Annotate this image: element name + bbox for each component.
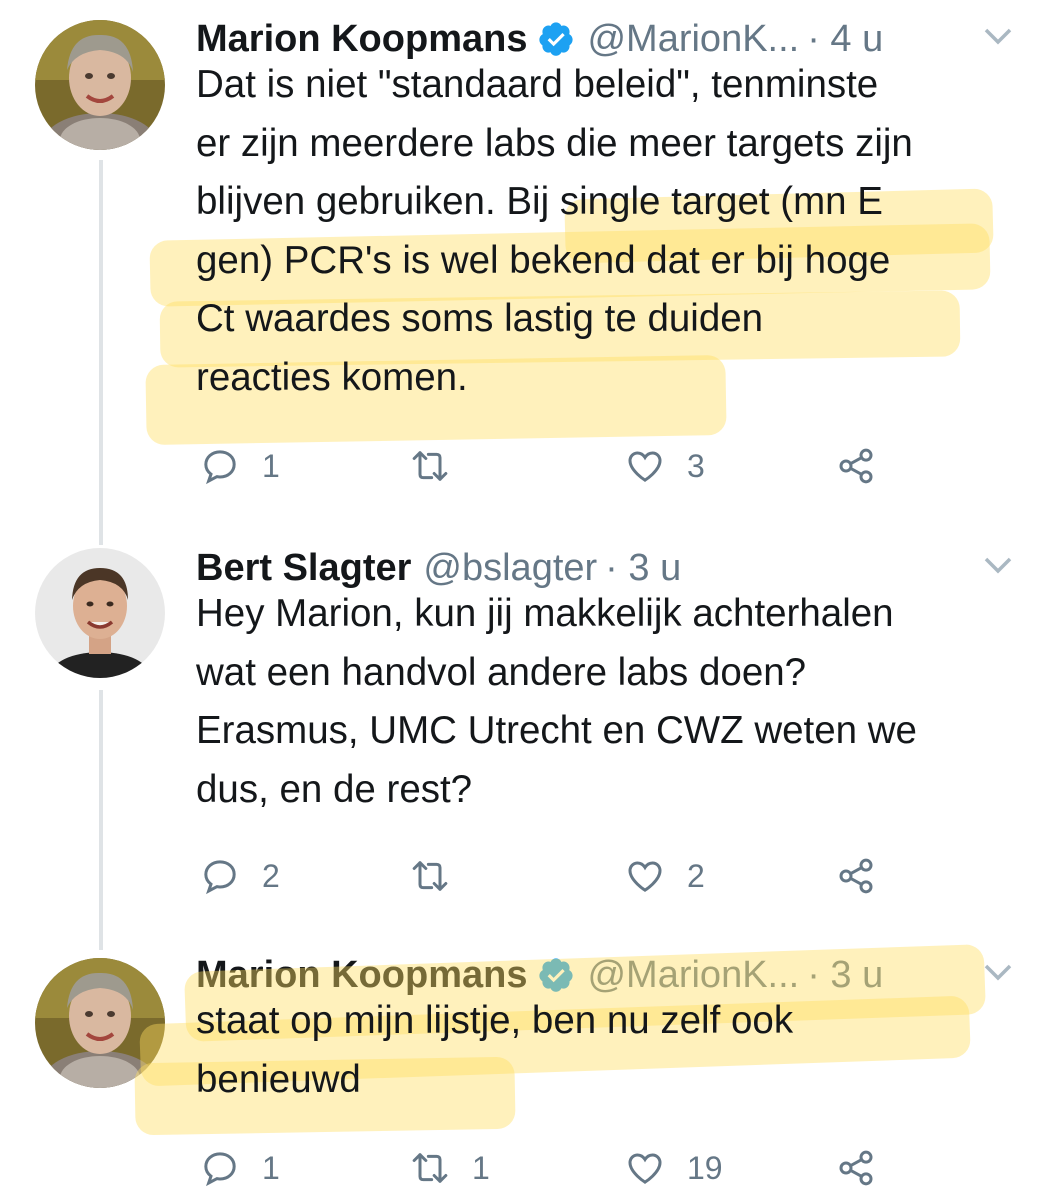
tweet-text-line: Ct waardes soms lastig te duiden [196,297,764,340]
author-name[interactable]: Bert Slagter [196,547,411,590]
like-count: 19 [687,1149,723,1186]
reply-button[interactable]: 2 [200,851,280,901]
tweet-text-line: er zijn meerdere labs die meer targets z… [196,121,913,165]
avatar[interactable] [35,20,165,150]
share-button[interactable] [836,441,876,491]
tweet-text-line: dus, en de rest? [196,767,473,811]
like-button[interactable]: 19 [625,1143,723,1193]
retweet-icon [412,451,448,481]
share-icon [839,858,873,894]
tweet-2[interactable]: Bert Slagter @bslagter · 3 u Hey Marion,… [0,543,1052,903]
retweet-button[interactable] [410,851,472,901]
avatar[interactable] [35,548,165,678]
chevron-down-icon[interactable] [980,547,1016,583]
like-button[interactable]: 2 [625,851,705,901]
tweet-text: staat op mijn lijstje, ben nu zelf ook b… [196,992,1026,1109]
share-button[interactable] [836,1143,876,1193]
tweet-1[interactable]: Marion Koopmans @MarionK... · 4 u Dat is… [0,14,1052,514]
tweet-text-line: reacties komen. [196,355,468,399]
reply-icon [204,860,236,895]
chevron-down-icon[interactable] [980,954,1016,990]
heart-icon [628,1153,662,1184]
author-name[interactable]: Marion Koopmans [196,18,527,61]
like-count: 3 [687,447,705,484]
heart-icon [628,861,662,892]
reply-button[interactable]: 1 [200,441,280,491]
tweet-text: Hey Marion, kun jij makkelijk achterhale… [196,585,1026,819]
tweet-actions: 1 1 19 [200,1143,920,1193]
tweet-text-line: wat een handvol andere labs doen? [196,650,807,694]
tweet-text-line: staat op mijn lijstje, ben nu zelf ook [196,999,794,1042]
retweet-icon [412,1153,448,1183]
retweet-count: 1 [472,1149,490,1186]
timestamp[interactable]: · 4 u [807,18,883,61]
author-handle[interactable]: @bslagter [423,547,597,590]
like-count: 2 [687,857,705,894]
retweet-button[interactable] [410,441,472,491]
tweet-3[interactable]: Marion Koopmans @MarionK... · 3 u staat … [0,944,1052,1200]
timestamp[interactable]: · 3 u [605,547,681,590]
tweet-text-line: benieuwd [196,1057,361,1101]
verified-badge-icon [537,20,575,58]
retweet-button[interactable]: 1 [410,1143,490,1193]
reply-count: 1 [262,447,280,484]
tweet-text-line: gen) PCR's is wel bekend dat er bij hoge [196,238,891,282]
share-button[interactable] [836,851,876,901]
reply-count: 1 [262,1149,280,1186]
like-button[interactable]: 3 [625,441,705,491]
retweet-icon [412,861,448,891]
author-handle[interactable]: @MarionK... [587,18,799,61]
tweet-actions: 2 2 [200,851,920,901]
chevron-down-icon[interactable] [980,18,1016,54]
tweet-text: Dat is niet "standaard beleid", tenminst… [196,56,1026,407]
tweet-actions: 1 3 [200,441,920,491]
reply-icon [204,450,236,485]
tweet-text-line: Erasmus, UMC Utrecht en CWZ weten we [196,709,917,752]
tweet-text-line: Dat is niet "standaard beleid", tenminst… [196,63,879,106]
share-icon [839,1150,873,1186]
tweet-text-line: Hey Marion, kun jij makkelijk achterhale… [196,592,894,635]
heart-icon [628,451,662,482]
reply-icon [204,1152,236,1187]
share-icon [839,448,873,484]
reply-count: 2 [262,857,280,894]
reply-button[interactable]: 1 [200,1143,280,1193]
tweet-text-line: blijven gebruiken. Bij single target (mn… [196,180,883,223]
